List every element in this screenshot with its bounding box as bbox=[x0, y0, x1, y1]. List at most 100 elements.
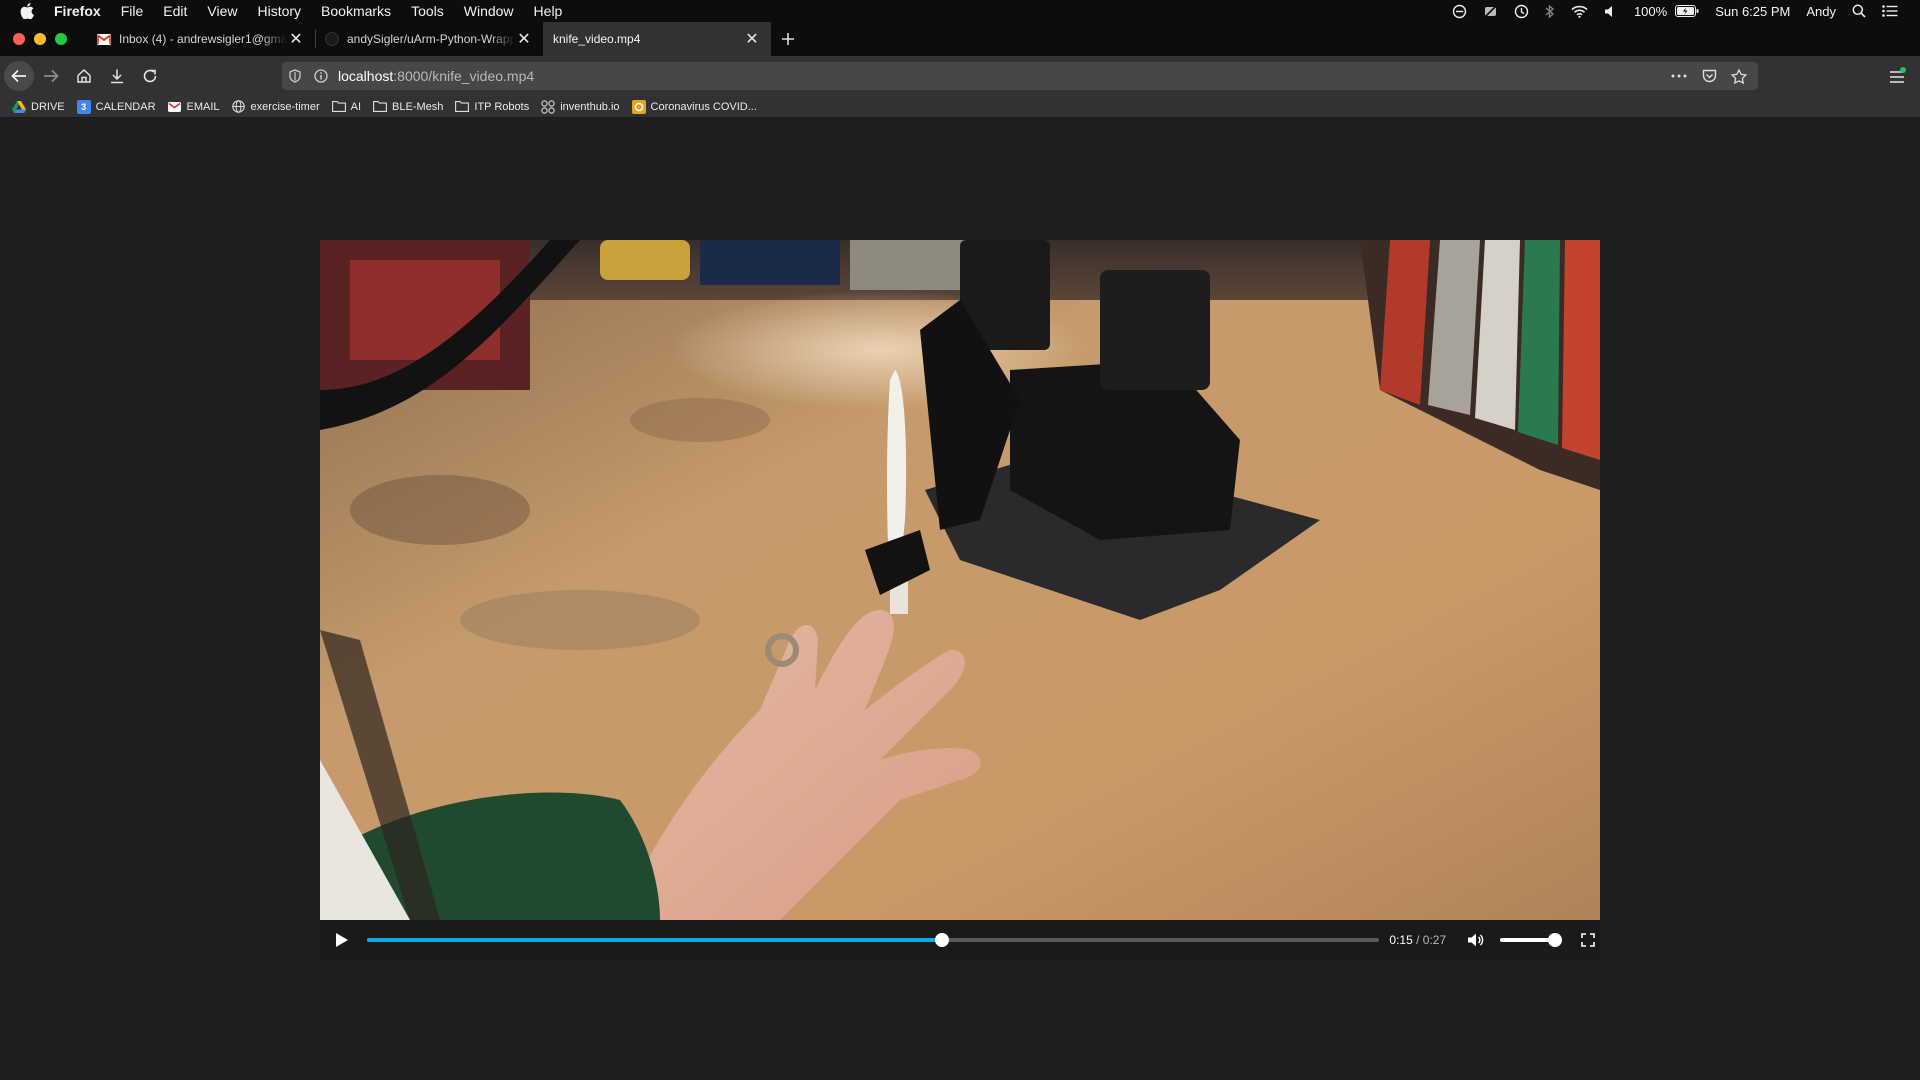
page-actions-menu-icon[interactable] bbox=[1666, 74, 1692, 78]
play-button[interactable] bbox=[320, 932, 364, 948]
gmail-icon bbox=[97, 32, 111, 46]
video-frame[interactable] bbox=[320, 240, 1600, 920]
tab-title: knife_video.mp4 bbox=[553, 32, 641, 46]
tab-knife-video[interactable]: knife_video.mp4 ✕ bbox=[543, 22, 771, 56]
menu-tools[interactable]: Tools bbox=[401, 3, 454, 19]
home-icon[interactable] bbox=[68, 60, 100, 92]
bookmark-label: AI bbox=[350, 100, 362, 113]
address-bar[interactable]: localhost:8000/knife_video.mp4 bbox=[282, 62, 1758, 90]
gmail-icon bbox=[168, 100, 182, 114]
close-window-button[interactable] bbox=[13, 33, 25, 45]
url-text[interactable]: localhost:8000/knife_video.mp4 bbox=[338, 68, 534, 84]
close-tab-icon[interactable]: ✕ bbox=[287, 30, 305, 48]
covid-icon bbox=[631, 99, 646, 114]
pocket-icon[interactable] bbox=[1696, 69, 1722, 83]
bookmark-label: exercise-timer bbox=[250, 100, 320, 113]
tracking-protection-shield-icon[interactable] bbox=[282, 69, 308, 83]
bookmarks-toolbar: DRIVE 3 CALENDAR EMAIL exercise-timer AI… bbox=[0, 96, 1920, 118]
notification-center-icon[interactable] bbox=[1874, 5, 1906, 17]
url-host: localhost bbox=[338, 68, 394, 84]
forward-button[interactable] bbox=[35, 60, 67, 92]
bookmark-label: inventhub.io bbox=[560, 100, 620, 113]
bookmark-folder-ble-mesh[interactable]: BLE-Mesh bbox=[373, 100, 443, 114]
reload-icon[interactable] bbox=[134, 60, 166, 92]
bookmark-label: CALENDAR bbox=[95, 100, 156, 113]
wifi-icon[interactable] bbox=[1563, 5, 1596, 18]
focus-status-icon[interactable] bbox=[1444, 4, 1475, 19]
url-path: :8000/knife_video.mp4 bbox=[393, 68, 535, 84]
bookmark-label: DRIVE bbox=[31, 100, 65, 113]
folder-icon bbox=[331, 100, 346, 114]
minimize-window-button[interactable] bbox=[34, 33, 46, 45]
drive-icon bbox=[12, 100, 26, 114]
tab-title: andySigler/uArm-Python-Wrapper bbox=[347, 32, 515, 46]
macos-menu-bar: Firefox File Edit View History Bookmarks… bbox=[0, 0, 1920, 22]
folder-icon bbox=[455, 100, 470, 114]
window-controls bbox=[0, 33, 87, 45]
bookmark-folder-itp-robots[interactable]: ITP Robots bbox=[455, 100, 529, 114]
video-player[interactable]: 0:15 / 0:27 bbox=[320, 240, 1600, 960]
fullscreen-icon[interactable] bbox=[1576, 933, 1600, 947]
menu-view[interactable]: View bbox=[197, 3, 247, 19]
bookmark-coronavirus[interactable]: Coronavirus COVID... bbox=[631, 99, 757, 114]
menu-help[interactable]: Help bbox=[524, 3, 573, 19]
new-tab-button[interactable] bbox=[771, 22, 805, 56]
close-tab-icon[interactable]: ✕ bbox=[515, 30, 533, 48]
bookmark-calendar[interactable]: 3 CALENDAR bbox=[76, 99, 156, 114]
apple-menu-icon[interactable] bbox=[0, 3, 54, 19]
volume-slider-handle[interactable] bbox=[1548, 933, 1563, 947]
bookmark-star-icon[interactable] bbox=[1726, 68, 1752, 84]
time-separator: / bbox=[1412, 933, 1423, 947]
bookmark-label: Coronavirus COVID... bbox=[650, 100, 757, 113]
bookmark-exercise-timer[interactable]: exercise-timer bbox=[232, 100, 320, 114]
current-time: 0:15 bbox=[1389, 933, 1413, 947]
tab-strip: Inbox (4) - andrewsigler1@gmail.com ✕ an… bbox=[0, 22, 1920, 56]
video-controls: 0:15 / 0:27 bbox=[320, 920, 1600, 960]
site-info-icon[interactable] bbox=[308, 69, 334, 83]
bookmark-label: ITP Robots bbox=[474, 100, 530, 113]
calendar-icon: 3 bbox=[76, 99, 91, 114]
tab-gmail-inbox[interactable]: Inbox (4) - andrewsigler1@gmail.com ✕ bbox=[87, 22, 315, 56]
close-tab-icon[interactable]: ✕ bbox=[743, 30, 761, 48]
user-name[interactable]: Andy bbox=[1798, 4, 1844, 19]
hidden-app-status-icon[interactable] bbox=[1475, 4, 1506, 19]
seek-bar[interactable] bbox=[366, 933, 1380, 947]
bookmark-email[interactable]: EMAIL bbox=[168, 100, 220, 114]
clock[interactable]: Sun 6:25 PM bbox=[1707, 4, 1798, 19]
menu-bookmarks[interactable]: Bookmarks bbox=[311, 3, 401, 19]
navigation-toolbar: localhost:8000/knife_video.mp4 bbox=[0, 56, 1920, 96]
tab-title: Inbox (4) - andrewsigler1@gmail.com bbox=[119, 32, 287, 46]
inventhub-icon bbox=[541, 99, 555, 114]
battery-percent: 100% bbox=[1633, 3, 1668, 19]
menu-window[interactable]: Window bbox=[454, 3, 524, 19]
bookmark-label: BLE-Mesh bbox=[392, 100, 444, 113]
bookmark-drive[interactable]: DRIVE bbox=[12, 100, 65, 114]
github-icon bbox=[325, 32, 339, 46]
menu-file[interactable]: File bbox=[111, 3, 154, 19]
time-display: 0:15 / 0:27 bbox=[1389, 933, 1446, 947]
duration: 0:27 bbox=[1422, 933, 1447, 947]
bluetooth-icon[interactable] bbox=[1537, 4, 1563, 19]
bookmark-label: EMAIL bbox=[186, 100, 220, 113]
seek-bar-played bbox=[366, 938, 942, 942]
downloads-icon[interactable] bbox=[101, 60, 133, 92]
app-menu-firefox[interactable]: Firefox bbox=[54, 3, 111, 19]
menu-edit[interactable]: Edit bbox=[153, 3, 197, 19]
volume-icon[interactable] bbox=[1464, 932, 1488, 948]
volume-slider[interactable] bbox=[1500, 933, 1563, 947]
menu-history[interactable]: History bbox=[247, 3, 311, 19]
folder-icon bbox=[373, 100, 387, 114]
seek-bar-handle[interactable] bbox=[934, 933, 949, 947]
spotlight-search-icon[interactable] bbox=[1844, 4, 1874, 18]
zoom-window-button[interactable] bbox=[55, 33, 67, 45]
page-content: 0:15 / 0:27 bbox=[0, 118, 1920, 1080]
volume-status-icon[interactable] bbox=[1596, 5, 1626, 18]
app-menu-hamburger-icon[interactable] bbox=[1882, 60, 1912, 92]
back-button[interactable] bbox=[4, 61, 34, 91]
bookmark-inventhub[interactable]: inventhub.io bbox=[541, 99, 620, 114]
tab-github-repo[interactable]: andySigler/uArm-Python-Wrapper ✕ bbox=[315, 22, 543, 56]
time-machine-icon[interactable] bbox=[1506, 4, 1537, 19]
globe-icon bbox=[232, 100, 246, 114]
battery-icon[interactable] bbox=[1675, 5, 1707, 17]
bookmark-folder-ai[interactable]: AI bbox=[331, 100, 362, 114]
